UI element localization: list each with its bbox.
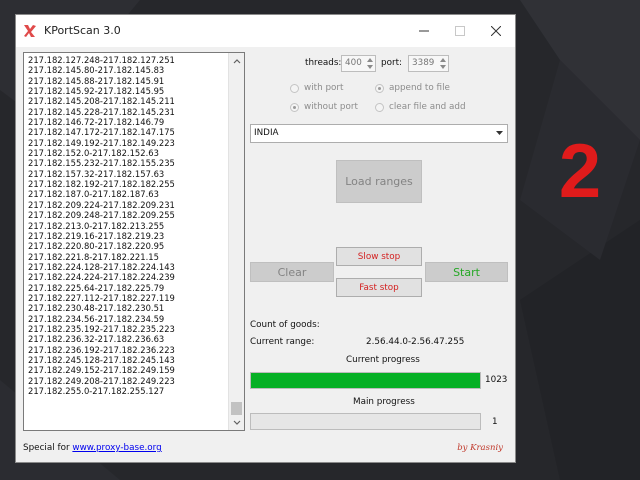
main-progress-bar: [250, 413, 481, 430]
footer-special: Special for www.proxy-base.org: [23, 443, 162, 453]
list-item[interactable]: 217.182.225.64-217.182.225.79: [28, 283, 228, 293]
list-item[interactable]: 217.182.145.88-217.182.145.91: [28, 76, 228, 86]
ip-range-list[interactable]: 217.182.127.248-217.182.127.251 217.182.1…: [23, 52, 245, 431]
threads-stepper[interactable]: 400: [341, 55, 376, 72]
clear-file-label: clear file and add: [389, 102, 466, 112]
proxy-base-link[interactable]: www.proxy-base.org: [72, 443, 161, 453]
maximize-button[interactable]: [442, 15, 478, 47]
list-item[interactable]: 217.182.224.128-217.182.224.143: [28, 262, 228, 272]
list-item[interactable]: 217.182.147.172-217.182.147.175: [28, 127, 228, 137]
list-item[interactable]: 217.182.155.232-217.182.155.235: [28, 158, 228, 168]
chevron-down-icon: [233, 420, 240, 425]
list-item[interactable]: 217.182.209.248-217.182.209.255: [28, 210, 228, 220]
ip-range-rows: 217.182.127.248-217.182.127.251 217.182.1…: [28, 55, 228, 396]
start-label: Start: [453, 265, 480, 279]
list-item[interactable]: 217.182.234.56-217.182.234.59: [28, 314, 228, 324]
load-ranges-button[interactable]: Load ranges: [336, 160, 422, 203]
minimize-button[interactable]: [406, 15, 442, 47]
list-item[interactable]: 217.182.146.72-217.182.146.79: [28, 117, 228, 127]
fast-stop-button[interactable]: Fast stop: [336, 278, 422, 297]
list-item[interactable]: 217.182.219.16-217.182.219.23: [28, 231, 228, 241]
current-progress-fill: [251, 373, 480, 388]
with-port-label: with port: [304, 83, 344, 93]
list-item[interactable]: 217.182.224.224-217.182.224.239: [28, 272, 228, 282]
chevron-up-icon: [233, 58, 240, 63]
port-value: 3389: [412, 58, 435, 68]
list-item[interactable]: 217.182.230.48-217.182.230.51: [28, 303, 228, 313]
count-of-goods-label: Count of goods:: [250, 320, 320, 330]
window-title: KPortScan 3.0: [44, 24, 121, 37]
with-port-radio[interactable]: [290, 84, 299, 93]
author-credit: by Krasniy: [457, 443, 503, 453]
current-range-label: Current range:: [250, 337, 315, 347]
spin-arrows-icon[interactable]: [366, 57, 374, 70]
main-progress-value: 1: [492, 417, 498, 427]
current-progress-value: 1023: [485, 375, 508, 385]
current-progress-label: Current progress: [346, 355, 420, 365]
clear-file-radio[interactable]: [375, 103, 384, 112]
special-for-label: Special for: [23, 443, 70, 453]
scroll-up-button[interactable]: [229, 53, 244, 68]
app-window: KPortScan 3.0 217.182.127.248-217.182.12…: [15, 14, 516, 463]
load-ranges-label: Load ranges: [345, 175, 413, 188]
list-item[interactable]: 217.182.187.0-217.182.187.63: [28, 189, 228, 199]
app-icon: [24, 25, 36, 37]
list-item[interactable]: 217.182.221.8-217.182.221.15: [28, 252, 228, 262]
minimize-icon: [419, 30, 429, 32]
list-item[interactable]: 217.182.227.112-217.182.227.119: [28, 293, 228, 303]
fast-stop-label: Fast stop: [359, 282, 399, 293]
list-item[interactable]: 217.182.249.152-217.182.249.159: [28, 365, 228, 375]
list-item[interactable]: 217.182.236.192-217.182.236.223: [28, 345, 228, 355]
slow-stop-button[interactable]: Slow stop: [336, 247, 422, 266]
list-item[interactable]: 217.182.209.224-217.182.209.231: [28, 200, 228, 210]
list-item[interactable]: 217.182.157.32-217.182.157.63: [28, 169, 228, 179]
list-item[interactable]: 217.182.182.192-217.182.182.255: [28, 179, 228, 189]
list-item[interactable]: 217.182.152.0-217.182.152.63: [28, 148, 228, 158]
slow-stop-label: Slow stop: [357, 251, 401, 262]
threads-label: threads:: [305, 58, 342, 68]
main-progress-label: Main progress: [353, 397, 415, 407]
list-item[interactable]: 217.182.249.208-217.182.249.223: [28, 376, 228, 386]
list-item[interactable]: 217.182.245.128-217.182.245.143: [28, 355, 228, 365]
without-port-radio[interactable]: [290, 103, 299, 112]
spin-arrows-icon[interactable]: [439, 57, 447, 70]
list-item[interactable]: 217.182.127.248-217.182.127.251: [28, 55, 228, 65]
list-item[interactable]: 217.182.145.80-217.182.145.83: [28, 65, 228, 75]
current-range-value: 2.56.44.0-2.56.47.255: [366, 337, 465, 347]
port-stepper[interactable]: 3389: [408, 55, 449, 72]
append-to-file-radio[interactable]: [375, 84, 384, 93]
country-selected: INDIA: [254, 128, 279, 138]
list-item[interactable]: 217.182.145.208-217.182.145.211: [28, 96, 228, 106]
clear-button[interactable]: Clear: [250, 262, 334, 282]
list-item[interactable]: 217.182.236.32-217.182.236.63: [28, 334, 228, 344]
list-item[interactable]: 217.182.213.0-217.182.213.255: [28, 221, 228, 231]
close-button[interactable]: [478, 15, 514, 47]
list-item[interactable]: 217.182.145.92-217.182.145.95: [28, 86, 228, 96]
dropdown-arrow-icon: [496, 131, 503, 135]
list-item[interactable]: 217.182.149.192-217.182.149.223: [28, 138, 228, 148]
append-to-file-label: append to file: [389, 83, 450, 93]
threads-value: 400: [345, 58, 362, 68]
port-label: port:: [381, 58, 402, 68]
scroll-down-button[interactable]: [229, 415, 244, 430]
title-bar: KPortScan 3.0: [16, 15, 515, 47]
close-icon: [491, 26, 501, 36]
list-scrollbar[interactable]: [228, 53, 244, 430]
list-item[interactable]: 217.182.235.192-217.182.235.223: [28, 324, 228, 334]
country-select[interactable]: INDIA: [250, 124, 508, 143]
list-item[interactable]: 217.182.255.0-217.182.255.127: [28, 386, 228, 396]
clear-label: Clear: [277, 265, 307, 279]
scrollbar-thumb[interactable]: [231, 402, 242, 415]
overlay-number: 2: [558, 129, 602, 214]
start-button[interactable]: Start: [425, 262, 508, 282]
current-progress-bar: [250, 372, 481, 389]
list-item[interactable]: 217.182.220.80-217.182.220.95: [28, 241, 228, 251]
list-item[interactable]: 217.182.145.228-217.182.145.231: [28, 107, 228, 117]
without-port-label: without port: [304, 102, 358, 112]
maximize-icon: [455, 26, 465, 36]
